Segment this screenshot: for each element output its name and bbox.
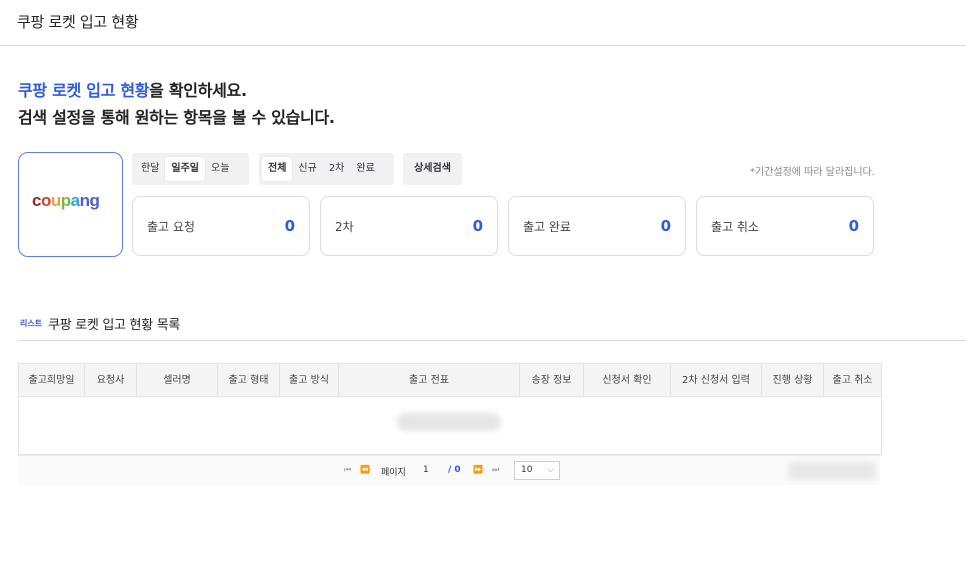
stat-card-cancel[interactable]: 출고 취소 0	[696, 196, 874, 256]
stat-label: 출고 요청	[147, 220, 195, 234]
page-size-select[interactable]: 10 ⌵	[514, 461, 560, 480]
type-option-second[interactable]: 2차	[323, 157, 351, 181]
grid-header: 출고희망일 요청사 셀러명 출고 형태 출고 방식 출고 전표 송장 정보 신청…	[19, 364, 881, 397]
detail-search-button[interactable]: 상세검색	[408, 157, 457, 181]
loading-placeholder	[397, 413, 501, 431]
column-header[interactable]: 2차 신청서 입력	[671, 364, 762, 397]
column-header[interactable]: 출고 형태	[218, 364, 280, 397]
data-grid: 출고희망일 요청사 셀러명 출고 형태 출고 방식 출고 전표 송장 정보 신청…	[18, 363, 882, 455]
pagination-bar: ⏮ ⏪ 페이지 1 / 0 ⏩ ⏭ 10 ⌵	[18, 455, 880, 485]
headline-line-1-rest: 을 확인하세요.	[149, 81, 247, 100]
column-header[interactable]: 출고 전표	[339, 364, 520, 397]
grid-body	[19, 397, 881, 454]
stat-card-complete[interactable]: 출고 완료 0	[508, 196, 686, 256]
loading-placeholder	[788, 462, 876, 480]
type-filter: 전체 신규 2차 완료	[259, 153, 394, 185]
stat-card-second[interactable]: 2차 0	[320, 196, 498, 256]
prev-page-icon[interactable]: ⏪	[360, 465, 370, 474]
headline-line-2: 검색 설정을 통해 원하는 항목을 볼 수 있습니다.	[18, 108, 335, 127]
column-header[interactable]: 셀러명	[137, 364, 218, 397]
stat-value: 0	[848, 217, 859, 235]
headline: 쿠팡 로켓 입고 현황을 확인하세요. 검색 설정을 통해 원하는 항목을 볼 …	[18, 77, 335, 131]
list-tag: 리스트	[20, 319, 43, 328]
column-header[interactable]: 출고 방식	[280, 364, 339, 397]
coupang-logo-card[interactable]: coupang	[18, 152, 123, 257]
period-option-today[interactable]: 오늘	[205, 157, 235, 181]
first-page-icon[interactable]: ⏮	[344, 465, 351, 475]
top-bar: 쿠팡 로켓 입고 현황	[0, 0, 966, 46]
page-label: 페이지	[381, 468, 406, 478]
list-title: 쿠팡 로켓 입고 현황 목록	[48, 318, 181, 333]
type-option-done[interactable]: 완료	[350, 157, 380, 181]
stat-label: 출고 완료	[523, 220, 571, 234]
column-header[interactable]: 출고희망일	[19, 364, 85, 397]
type-option-new[interactable]: 신규	[292, 157, 322, 181]
logo-letter: o	[40, 191, 51, 210]
page-size-value: 10	[521, 465, 533, 475]
column-header[interactable]: 진행 상황	[762, 364, 824, 397]
stat-label: 2차	[335, 220, 354, 234]
logo-letter: ng	[79, 191, 100, 210]
stat-label: 출고 취소	[711, 220, 759, 234]
headline-line-1: 쿠팡 로켓 입고 현황을 확인하세요.	[18, 77, 335, 104]
column-header[interactable]: 송장 정보	[520, 364, 584, 397]
type-option-all[interactable]: 전체	[262, 157, 293, 181]
last-page-icon[interactable]: ⏭	[492, 465, 499, 475]
next-page-icon[interactable]: ⏩	[473, 465, 483, 474]
period-filter: 한달 일주일 오늘	[132, 153, 249, 185]
logo-letter: a	[70, 191, 80, 210]
column-header[interactable]: 요청사	[85, 364, 137, 397]
headline-accent: 쿠팡 로켓 입고 현황	[18, 81, 150, 100]
page-total: / 0	[448, 465, 461, 475]
page-number-input[interactable]: 1	[423, 465, 429, 475]
logo-letter: u	[50, 191, 61, 210]
logo-letter: c	[32, 191, 41, 210]
chevron-down-icon: ⌵	[547, 465, 554, 475]
page-title: 쿠팡 로켓 입고 현황	[17, 13, 139, 31]
coupang-logo: coupang	[32, 191, 100, 211]
section-divider	[18, 340, 966, 341]
list-section-header: 리스트 쿠팡 로켓 입고 현황 목록	[20, 314, 180, 333]
stat-value: 0	[284, 217, 295, 235]
stat-card-request[interactable]: 출고 요청 0	[132, 196, 310, 256]
period-option-month[interactable]: 한달	[135, 157, 165, 181]
logo-letter: p	[60, 191, 71, 210]
column-header[interactable]: 신청서 확인	[584, 364, 671, 397]
stat-value: 0	[660, 217, 671, 235]
stat-value: 0	[472, 217, 483, 235]
column-header[interactable]: 출고 취소	[824, 364, 881, 397]
detail-search-group: 상세검색	[403, 153, 462, 185]
period-option-week[interactable]: 일주일	[165, 157, 206, 181]
period-note: *기간설정에 따라 달라집니다.	[750, 167, 875, 178]
